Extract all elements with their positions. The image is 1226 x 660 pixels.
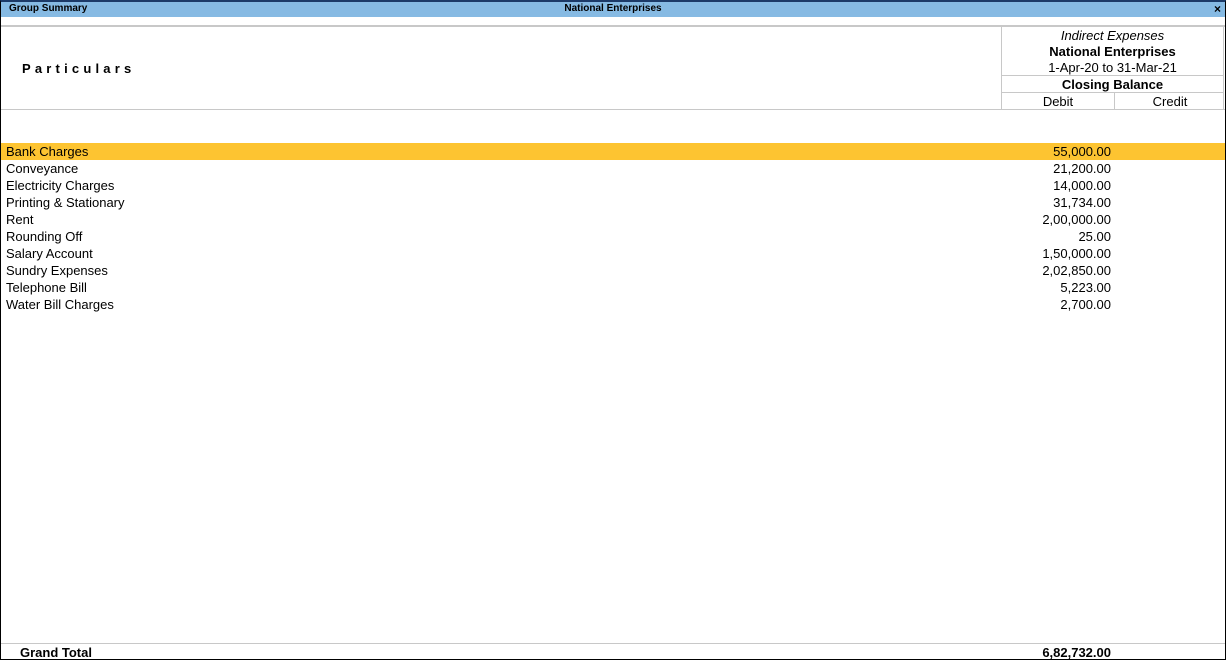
ledger-row[interactable]: Printing & Stationary 31,734.00 xyxy=(1,194,1225,211)
ledger-name: Rent xyxy=(6,212,34,227)
column-header: Indirect Expenses National Enterprises 1… xyxy=(1001,27,1224,109)
ledger-name: Water Bill Charges xyxy=(6,297,114,312)
close-icon[interactable]: × xyxy=(1214,2,1221,16)
ledger-name: Salary Account xyxy=(6,246,93,261)
ledger-row[interactable]: Bank Charges 55,000.00 xyxy=(1,143,1225,160)
ledger-name: Printing & Stationary xyxy=(6,195,125,210)
period: 1-Apr-20 to 31-Mar-21 xyxy=(1048,60,1177,75)
ledger-name: Telephone Bill xyxy=(6,280,87,295)
debit-amount: 14,000.00 xyxy=(1053,178,1111,193)
ledger-name: Sundry Expenses xyxy=(6,263,108,278)
debit-amount: 2,00,000.00 xyxy=(1042,212,1111,227)
particulars-heading: Particulars xyxy=(22,61,136,76)
ledger-name: Conveyance xyxy=(6,161,79,176)
ledger-name: Bank Charges xyxy=(6,144,89,159)
debit-amount: 5,223.00 xyxy=(1060,280,1111,295)
debit-amount: 2,02,850.00 xyxy=(1042,263,1111,278)
credit-column-header: Credit xyxy=(1152,94,1188,109)
debit-amount: 1,50,000.00 xyxy=(1042,246,1111,261)
debit-amount: 31,734.00 xyxy=(1053,195,1111,210)
title-bar: Group Summary National Enterprises × xyxy=(1,2,1225,17)
company-title: National Enterprises xyxy=(564,3,662,14)
ledger-row[interactable]: Rent 2,00,000.00 xyxy=(1,211,1225,228)
ledger-row[interactable]: Water Bill Charges 2,700.00 xyxy=(1,296,1225,313)
ledger-row[interactable]: Salary Account 1,50,000.00 xyxy=(1,245,1225,262)
column-company: National Enterprises xyxy=(1049,44,1176,59)
ledger-row[interactable]: Telephone Bill 5,223.00 xyxy=(1,279,1225,296)
grand-total-label: Grand Total xyxy=(20,645,92,660)
debit-amount: 2,700.00 xyxy=(1060,297,1111,312)
debit-amount: 25.00 xyxy=(1078,229,1111,244)
header-divider xyxy=(1,109,1225,110)
divider xyxy=(1002,75,1223,76)
ledger-row[interactable]: Conveyance 21,200.00 xyxy=(1,160,1225,177)
ledger-row[interactable]: Electricity Charges 14,000.00 xyxy=(1,177,1225,194)
debit-amount: 21,200.00 xyxy=(1053,161,1111,176)
grand-total-debit: 6,82,732.00 xyxy=(1042,645,1111,660)
ledger-name: Electricity Charges xyxy=(6,178,115,193)
group-name: Indirect Expenses xyxy=(1060,28,1165,43)
ledger-row[interactable]: Sundry Expenses 2,02,850.00 xyxy=(1,262,1225,279)
balance-type: Closing Balance xyxy=(1061,77,1164,92)
ledger-row[interactable]: Rounding Off 25.00 xyxy=(1,228,1225,245)
ledger-list: Bank Charges 55,000.00 Conveyance 21,200.00… xyxy=(1,143,1225,313)
debit-amount: 55,000.00 xyxy=(1053,144,1111,159)
debit-column-header: Debit xyxy=(1042,94,1074,109)
divider xyxy=(1002,92,1223,93)
footer-divider xyxy=(1,643,1225,644)
ledger-name: Rounding Off xyxy=(6,229,83,244)
group-summary-window: Group Summary National Enterprises × Par… xyxy=(0,0,1226,660)
